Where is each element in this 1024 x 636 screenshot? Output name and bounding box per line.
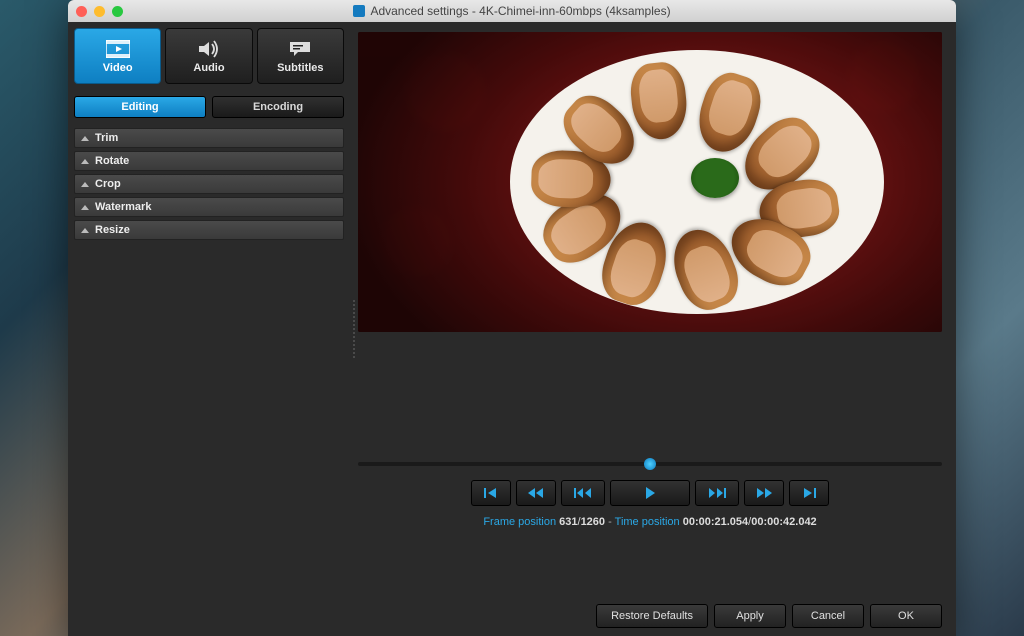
prev-frame-button[interactable] [561,480,605,506]
app-window: Advanced settings - 4K-Chimei-inn-60mbps… [68,0,956,636]
accordion-label: Crop [95,178,121,190]
accordion-label: Resize [95,224,130,236]
timeline-slider[interactable] [358,462,942,466]
subtab-editing[interactable]: Editing [74,96,206,118]
accordion-rotate[interactable]: Rotate [74,151,344,171]
tab-audio-label: Audio [193,62,224,74]
chevron-up-icon [81,182,89,187]
subtab-encoding[interactable]: Encoding [212,96,344,118]
video-icon [106,38,130,60]
frame-position-label: Frame position [483,516,556,528]
timeline-playhead[interactable] [644,458,656,470]
audio-icon [197,38,221,60]
accordion-watermark[interactable]: Watermark [74,197,344,217]
accordion-trim[interactable]: Trim [74,128,344,148]
tab-audio[interactable]: Audio [165,28,252,84]
frame-current: 631 [559,516,577,528]
accordion: Trim Rotate Crop Watermark Resize [74,128,344,240]
apply-button[interactable]: Apply [714,604,786,628]
accordion-label: Watermark [95,201,151,213]
next-frame-button[interactable] [695,480,739,506]
restore-defaults-button[interactable]: Restore Defaults [596,604,708,628]
accordion-label: Rotate [95,155,129,167]
sub-tabs: Editing Encoding [74,96,344,118]
panel-resize-handle[interactable] [350,42,358,616]
cancel-button[interactable]: Cancel [792,604,864,628]
time-current: 00:00:21.054 [683,516,748,528]
tab-subtitles-label: Subtitles [277,62,323,74]
chevron-up-icon [81,136,89,141]
sidebar: Video Audio Subtitles Editing Enco [68,22,350,636]
ok-button[interactable]: OK [870,604,942,628]
titlebar: Advanced settings - 4K-Chimei-inn-60mbps… [68,0,956,22]
media-type-tabs: Video Audio Subtitles [74,28,344,84]
app-icon [353,5,365,17]
time-total: 00:00:42.042 [751,516,816,528]
window-title: Advanced settings - 4K-Chimei-inn-60mbps… [68,4,956,18]
play-button[interactable] [610,480,690,506]
subtitles-icon [288,38,312,60]
close-window-button[interactable] [76,6,87,17]
window-controls [76,6,123,17]
main-panel: Frame position 631/1260 - Time position … [358,22,956,636]
tab-subtitles[interactable]: Subtitles [257,28,344,84]
minimize-window-button[interactable] [94,6,105,17]
chevron-up-icon [81,205,89,210]
time-position-label: Time position [615,516,680,528]
playback-controls [358,480,942,506]
chevron-up-icon [81,159,89,164]
video-preview[interactable] [358,32,942,332]
frame-total: 1260 [581,516,605,528]
maximize-window-button[interactable] [112,6,123,17]
accordion-label: Trim [95,132,118,144]
chevron-up-icon [81,228,89,233]
accordion-crop[interactable]: Crop [74,174,344,194]
tab-video[interactable]: Video [74,28,161,84]
position-readout: Frame position 631/1260 - Time position … [358,516,942,528]
window-body: Video Audio Subtitles Editing Enco [68,22,956,636]
rewind-button[interactable] [516,480,556,506]
skip-start-button[interactable] [471,480,511,506]
dialog-buttons: Restore Defaults Apply Cancel OK [358,594,942,628]
tab-video-label: Video [103,62,133,74]
fast-forward-button[interactable] [744,480,784,506]
skip-end-button[interactable] [789,480,829,506]
accordion-resize[interactable]: Resize [74,220,344,240]
